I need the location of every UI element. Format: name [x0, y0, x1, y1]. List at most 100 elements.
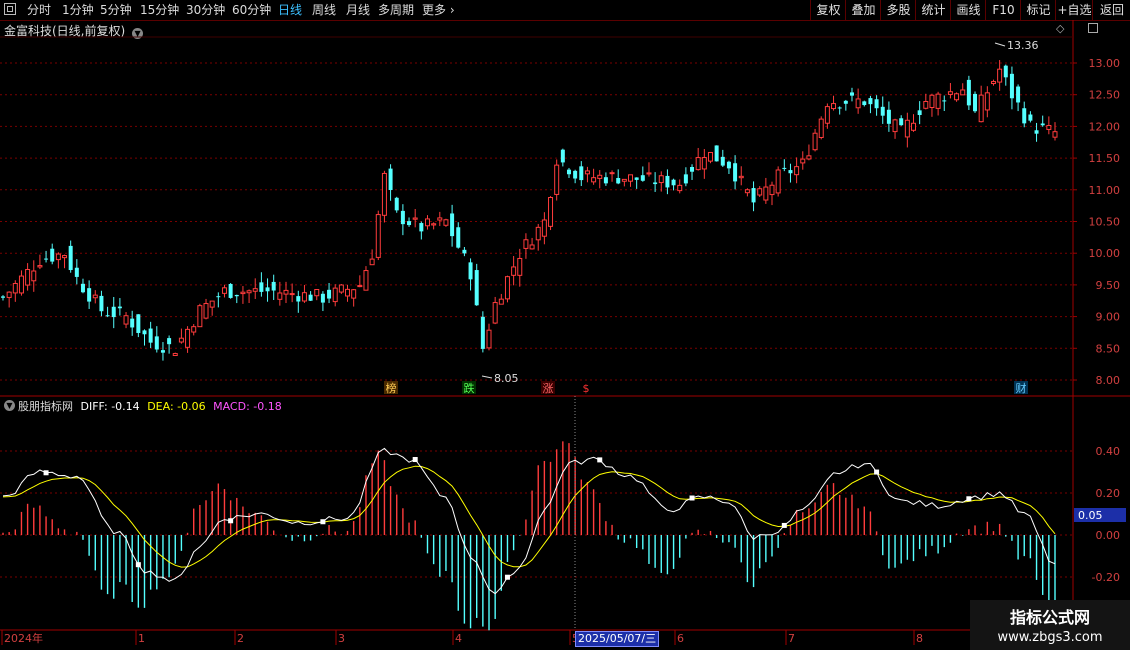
time-axis-label: 4 [455, 632, 462, 645]
candle-body [357, 285, 363, 288]
candle-body [616, 178, 621, 184]
candle-body [824, 106, 830, 124]
candle-body [185, 328, 191, 348]
candle-body [327, 289, 332, 299]
candle-body [997, 68, 1003, 83]
candle-body [911, 122, 917, 131]
price-tick-label: 10.00 [1089, 247, 1121, 260]
time-axis-label: 2024年 [4, 631, 43, 645]
candle-body [714, 145, 719, 162]
candle-body [892, 119, 898, 133]
candle-body [584, 170, 590, 175]
candle-body [960, 89, 966, 96]
candle-body [653, 182, 658, 185]
event-marker-0: 榜 [386, 381, 397, 395]
candle-body [769, 184, 775, 196]
low-pointer [481, 375, 493, 379]
candle-body [154, 336, 159, 350]
candle-body [105, 315, 110, 317]
candle-body [541, 219, 547, 237]
price-tick-label: 9.50 [1096, 279, 1121, 292]
candle-body [517, 257, 523, 276]
candle-body [554, 164, 560, 195]
chevron-down-icon[interactable]: ▼ [4, 400, 15, 411]
candle-body [504, 276, 510, 300]
candle-body [529, 244, 535, 250]
candle-body [947, 91, 953, 95]
candle-body [191, 326, 197, 333]
candle-body [794, 166, 800, 176]
diff-marker [504, 574, 510, 580]
kline-chart[interactable]: 13.36 8.05 榜 跌 涨 $ 财 13.00 12.50 12.00 11.50 11.00… [0, 0, 1130, 650]
watermark-title: 指标公式网 [1009, 608, 1090, 627]
candle-body [332, 287, 338, 303]
candle-body [412, 217, 418, 220]
macd-tick-label: 0.40 [1096, 445, 1121, 458]
candle-body [511, 266, 517, 276]
candle-body [37, 265, 43, 268]
candle-body [252, 288, 258, 292]
candle-body [942, 100, 947, 102]
diff-marker [228, 518, 234, 524]
candle-body [289, 293, 295, 296]
candle-body [111, 306, 116, 318]
candle-body [480, 316, 485, 349]
candle-body [271, 281, 276, 291]
candle-body [782, 167, 787, 169]
candle-body [221, 287, 227, 294]
candle-body [407, 221, 412, 226]
price-tick-label: 12.50 [1089, 89, 1121, 102]
candle-body [62, 255, 68, 259]
candle-body [296, 296, 301, 302]
event-marker-3: $ [583, 382, 590, 395]
selected-date-badge: 2025/05/07/三 [575, 631, 660, 647]
diff-marker [597, 457, 603, 463]
candle-body [733, 163, 738, 182]
candle-body [265, 287, 270, 292]
candle-body [148, 328, 153, 343]
candle-body [216, 296, 221, 298]
candle-body [1022, 108, 1027, 124]
candle-body [880, 106, 885, 116]
candle-body [677, 184, 683, 192]
diff-marker [412, 457, 418, 463]
candle-body [775, 169, 781, 194]
event-marker-2: 涨 [543, 382, 554, 395]
candle-body [788, 170, 793, 174]
price-tick-label: 13.00 [1089, 57, 1121, 70]
candle-body [277, 292, 283, 300]
price-tick-label: 11.50 [1089, 152, 1121, 165]
dea-label: DEA: -0.06 [147, 400, 206, 413]
candle-body [450, 213, 455, 237]
macd-tick-label: 0.00 [1096, 529, 1121, 542]
candle-body [560, 149, 565, 163]
candle-body [443, 219, 449, 226]
candle-body [751, 188, 756, 203]
candle-body [345, 288, 351, 297]
candle-body [498, 298, 504, 305]
candle-body [228, 283, 233, 298]
candle-body [831, 103, 837, 110]
diff-marker [320, 519, 326, 525]
price-tick-label: 9.00 [1096, 311, 1121, 324]
time-axis-label: 7 [788, 632, 795, 645]
candle-body [929, 94, 935, 109]
candle-body [984, 92, 990, 111]
candle-body [167, 338, 172, 345]
candle-body [812, 132, 818, 151]
candle-body [868, 98, 873, 105]
candle-body [419, 223, 424, 232]
candle-body [80, 283, 85, 293]
candle-body [99, 295, 104, 312]
candle-body [744, 189, 750, 194]
candle-body [55, 253, 61, 261]
price-tick-label: 8.50 [1096, 342, 1121, 355]
candle-body [523, 239, 529, 249]
time-axis-label: 8 [916, 632, 923, 645]
candle-body [462, 249, 467, 254]
candle-body [818, 118, 824, 138]
candle-body [160, 350, 165, 353]
candle-body [301, 292, 307, 302]
candle-body [388, 168, 393, 191]
candle-body [738, 175, 744, 179]
